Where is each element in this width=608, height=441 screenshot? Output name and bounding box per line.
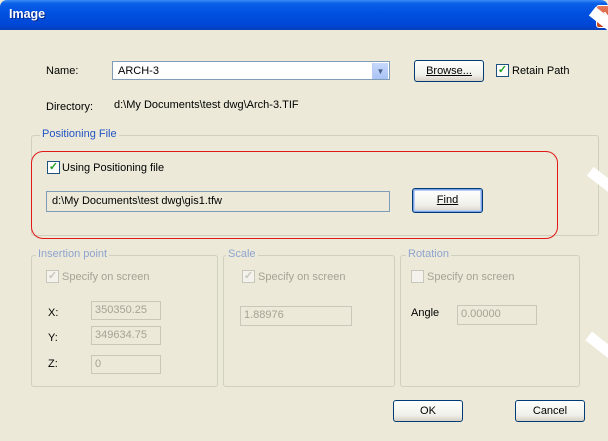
- retain-path-checkbox[interactable]: ✓: [496, 64, 509, 77]
- find-button-label: Find: [436, 194, 459, 206]
- angle-label: Angle: [411, 307, 440, 319]
- positioning-path-field[interactable]: d:\My Documents\test dwg\gis1.tfw: [46, 191, 390, 212]
- image-dialog: Image X Name: ARCH-3 ▼ Browse... ✓ Retai…: [0, 0, 608, 441]
- name-label: Name:: [46, 65, 79, 77]
- x-input[interactable]: 350350.25: [91, 301, 161, 320]
- scale-specify-checkbox[interactable]: ✓: [242, 270, 255, 283]
- rotation-specify-label: Specify on screen: [427, 271, 515, 283]
- rotation-legend: Rotation: [406, 248, 451, 260]
- positioning-path-value: d:\My Documents\test dwg\gis1.tfw: [52, 195, 222, 207]
- dialog-body: Name: ARCH-3 ▼ Browse... ✓ Retain Path D…: [0, 30, 608, 441]
- scale-legend: Scale: [226, 248, 258, 260]
- title-bar[interactable]: Image X: [0, 0, 608, 30]
- cancel-button[interactable]: Cancel: [515, 400, 585, 422]
- directory-label: Directory:: [46, 101, 94, 113]
- z-label: Z:: [48, 358, 58, 370]
- dialog-title: Image: [9, 7, 46, 21]
- positioning-file-legend: Positioning File: [40, 128, 119, 140]
- scale-input[interactable]: 1.88976: [240, 306, 352, 326]
- y-input[interactable]: 349634.75: [91, 326, 161, 345]
- using-positioning-checkbox[interactable]: ✓: [47, 161, 60, 174]
- find-button[interactable]: Find: [412, 188, 483, 213]
- directory-value: d:\My Documents\test dwg\Arch-3.TIF: [114, 99, 299, 111]
- insertion-specify-checkbox[interactable]: ✓: [46, 270, 59, 283]
- name-combobox[interactable]: ARCH-3 ▼: [112, 61, 390, 80]
- browse-button-label: Browse...: [426, 65, 472, 77]
- name-value: ARCH-3: [118, 65, 159, 77]
- insertion-specify-label: Specify on screen: [62, 271, 150, 283]
- z-input[interactable]: 0: [91, 355, 161, 374]
- x-label: X:: [48, 307, 59, 319]
- rotation-specify-checkbox[interactable]: [411, 270, 424, 283]
- scale-specify-label: Specify on screen: [258, 271, 346, 283]
- insertion-point-legend: Insertion point: [36, 248, 110, 260]
- chevron-down-icon[interactable]: ▼: [372, 63, 388, 79]
- y-label: Y:: [48, 332, 58, 344]
- retain-path-label: Retain Path: [512, 65, 570, 77]
- browse-button[interactable]: Browse...: [414, 60, 484, 82]
- ok-button[interactable]: OK: [393, 400, 463, 422]
- angle-input[interactable]: 0.00000: [457, 305, 537, 325]
- using-positioning-label: Using Positioning file: [62, 162, 165, 174]
